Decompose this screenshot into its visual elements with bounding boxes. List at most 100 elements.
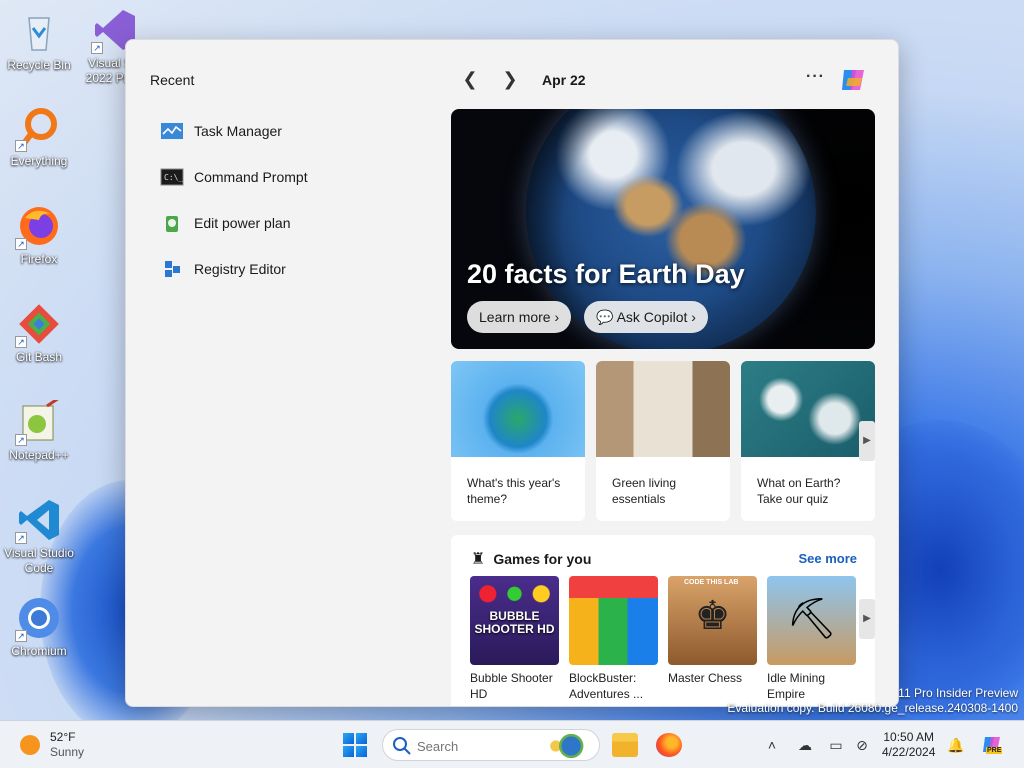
game-tile[interactable]: BUBBLE SHOOTER HD Bubble Shooter HD [470,576,559,702]
shortcut-arrow-icon: ↗ [15,434,27,446]
network-icon[interactable]: ⊘ [852,735,872,755]
taskbar-search[interactable] [382,729,600,761]
game-image: CODE THIS LAB ♚ [668,576,757,665]
games-header: ♜ Games for you [471,549,591,569]
firefox-taskbar-icon[interactable] [656,733,682,757]
chromium-icon: ↗ [15,596,61,642]
game-art-text: BUBBLE SHOOTER HD [474,609,555,636]
game-tile[interactable]: ⛏ Idle Mining Empire [767,576,856,702]
recent-item-label: Task Manager [194,123,282,139]
magnifier-icon: ↗ [15,106,61,152]
firefox-icon: ↗ [15,204,61,250]
story-card-title: What's this year's theme? [467,476,561,506]
desktop-icon-label: Firefox [20,252,58,266]
story-cards: What's this year's theme? Green living e… [451,361,875,521]
game-tile[interactable]: CODE THIS LAB ♚ Master Chess [668,576,757,686]
ask-copilot-label: Ask Copilot [616,309,688,325]
recent-item-edit-power-plan[interactable]: Edit power plan [160,200,308,246]
recycle-bin-icon [17,10,61,54]
chevron-up-icon[interactable]: ˄ [762,735,782,755]
recent-heading: Recent [150,72,195,88]
shortcut-arrow-icon: ↗ [15,630,27,642]
ask-copilot-button[interactable]: 💬 Ask Copilot › [584,301,708,333]
chess-piece-icon: ♜ [471,551,486,568]
more-options-button[interactable]: ··· [806,68,825,86]
shortcut-arrow-icon: ↗ [15,238,27,250]
game-title: Bubble Shooter HD [470,671,553,701]
onedrive-icon[interactable]: ☁ [795,735,815,755]
hero-title: 20 facts for Earth Day [467,259,745,289]
game-title: Master Chess [668,671,743,685]
story-card[interactable]: What on Earth? Take our quiz [741,361,875,521]
desktop-icon-label: Git Bash [15,350,63,364]
scroll-right-icon[interactable]: ▶ [859,421,875,461]
learn-more-button[interactable]: Learn more › [467,301,572,333]
taskbar: 52°F Sunny ˄ ☁ ▭ ⊘ 10:50 AM 4/22/2024 🔔 … [0,720,1024,768]
display-icon[interactable]: ▭ [826,735,846,755]
bell-icon[interactable]: 🔔 [946,735,966,755]
games-card: ♜ Games for you See more BUBBLE SHOOTER … [451,535,875,706]
copilot-taskbar-icon[interactable]: PRE [981,733,1005,757]
command-prompt-icon: C:\_ [160,166,184,188]
watermark-line: 11 Pro Insider Preview [898,686,1018,700]
learn-more-label: Learn more [479,309,551,325]
next-arrow-icon[interactable]: ❯ [496,68,524,92]
recent-item-label: Command Prompt [194,169,308,185]
chevron-right-icon: › [691,309,696,325]
shortcut-arrow-icon: ↗ [15,140,27,152]
scroll-right-icon[interactable]: ▶ [859,599,875,639]
vscode-icon: ↗ [15,498,61,544]
game-image [569,576,658,665]
desktop-icon-everything[interactable]: ↗ Everything [1,106,77,169]
search-input[interactable] [417,736,537,756]
feed-nav: ❮ ❯ Apr 22 [456,68,586,92]
shortcut-arrow-icon: ↗ [15,336,27,348]
shortcut-arrow-icon: ↗ [91,42,103,54]
desktop-icon-label: Notepad++ [9,448,69,462]
weather-description: Sunny [50,745,85,759]
desktop-icon-label: Recycle Bin [7,58,71,72]
recent-item-command-prompt[interactable]: C:\_ Command Prompt [160,154,308,200]
games-heading: Games for you [493,551,592,567]
recent-item-task-manager[interactable]: Task Manager [160,108,308,154]
recent-list: Task Manager C:\_ Command Prompt Edit po… [160,108,308,292]
start-button[interactable] [343,733,367,757]
game-title: BlockBuster: Adventures ... [569,671,644,701]
chess-king-icon: ♚ [694,594,731,638]
recent-item-label: Edit power plan [194,215,291,231]
shortcut-arrow-icon: ↗ [15,532,27,544]
desktop-icon-recycle-bin[interactable]: Recycle Bin [1,10,77,73]
desktop-icon-notepad-plus-plus[interactable]: ↗ Notepad++ [1,396,77,463]
hero-card[interactable]: 20 facts for Earth Day Learn more › 💬 As… [451,109,875,349]
file-explorer-icon[interactable] [612,733,638,757]
previous-arrow-icon[interactable]: ❮ [456,68,484,92]
widgets-panel: Recent Task Manager C:\_ Command Prompt … [125,39,899,707]
svg-text:C:\_: C:\_ [164,173,183,182]
game-image: ⛏ [767,576,856,665]
game-image: BUBBLE SHOOTER HD [470,576,559,665]
story-card-image [596,361,730,457]
see-more-link[interactable]: See more [798,551,857,566]
recent-item-registry-editor[interactable]: Registry Editor [160,246,308,292]
desktop-icon-label: Everything [10,154,68,168]
system-clock[interactable]: 10:50 AM 4/22/2024 [882,730,935,760]
clock-time: 10:50 AM [883,730,935,744]
game-art-text: CODE THIS LAB [684,579,739,586]
story-card-title: What on Earth? Take our quiz [757,476,841,506]
chat-bubble-icon: 💬 [596,309,617,325]
recent-item-label: Registry Editor [194,261,286,277]
story-card[interactable]: Green living essentials [596,361,730,521]
clock-date: 4/22/2024 [882,745,936,759]
desktop-icon-git-bash[interactable]: ↗ Git Bash [1,302,77,365]
feed-date: Apr 22 [542,72,586,88]
search-highlight-icon [547,734,591,758]
desktop-icon-firefox[interactable]: ↗ Firefox [1,204,77,267]
weather-widget[interactable]: 52°F Sunny [20,730,84,760]
desktop-icon-vscode[interactable]: ↗ Visual Studio Code [1,498,77,576]
desktop-icon-chromium[interactable]: ↗ Chromium [1,596,77,659]
os-watermark: 11 Pro Insider Preview Evaluation copy. … [727,686,1018,716]
copilot-icon[interactable] [838,64,870,96]
story-card[interactable]: What's this year's theme? [451,361,585,521]
preview-badge: PRE [986,747,1003,754]
game-tile[interactable]: BlockBuster: Adventures ... [569,576,658,702]
